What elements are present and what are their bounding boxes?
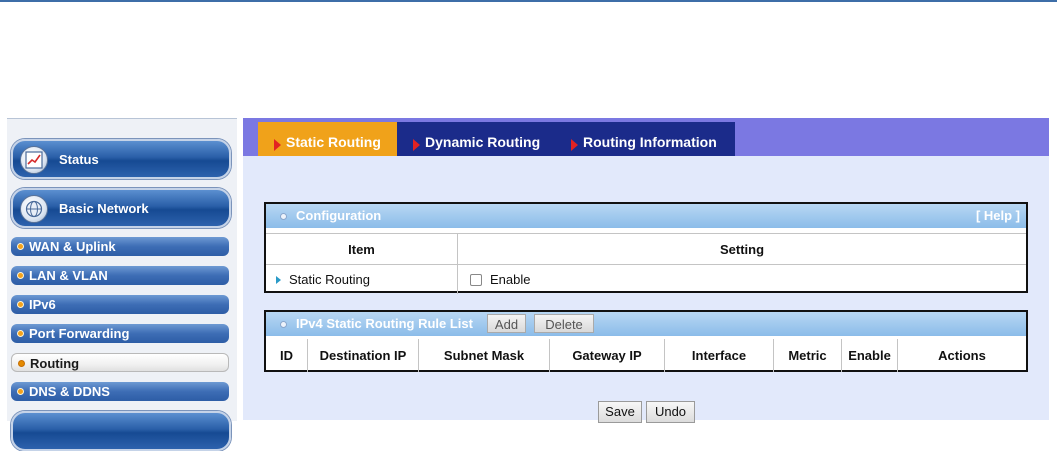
sidebar-item-port-forwarding[interactable]: Port Forwarding	[11, 324, 229, 343]
tab-routing-information[interactable]: Routing Information	[555, 122, 735, 156]
row-label-cell: Static Routing	[266, 265, 457, 294]
rule-list-header: IPv4 Static Routing Rule List Add Delete	[266, 312, 1026, 336]
arrow-right-icon	[274, 139, 281, 151]
column-id: ID	[280, 348, 293, 363]
sidebar: Status Basic Network WAN & Uplink LAN & …	[7, 118, 237, 451]
bullet-icon	[17, 243, 24, 250]
main-content: Static Routing Dynamic Routing Routing I…	[243, 118, 1049, 423]
sidebar-item-ipv6[interactable]: IPv6	[11, 295, 229, 314]
sidebar-item-dns-ddns[interactable]: DNS & DDNS	[11, 382, 229, 401]
sidebar-item-routing[interactable]: Routing	[11, 353, 229, 372]
arrow-right-icon	[571, 139, 578, 151]
configuration-header-row: Item Setting	[266, 233, 1026, 265]
bullet-icon	[17, 301, 24, 308]
tab-label: Static Routing	[286, 134, 381, 150]
add-button[interactable]: Add	[487, 314, 526, 333]
enable-label: Enable	[490, 272, 531, 287]
sidebar-item-label: Routing	[30, 356, 80, 371]
rule-list-header-row: ID Destination IP Subnet Mask Gateway IP…	[266, 339, 1026, 372]
bullet-icon	[17, 272, 24, 279]
static-routing-row: Static Routing Enable	[266, 264, 1026, 294]
sidebar-item-label: WAN & Uplink	[29, 239, 116, 254]
tab-static-routing[interactable]: Static Routing	[258, 122, 397, 156]
sidebar-item-lan-vlan[interactable]: LAN & VLAN	[11, 266, 229, 285]
configuration-header: Configuration [ Help ]	[266, 204, 1026, 228]
bullet-icon	[280, 321, 287, 328]
globe-icon	[20, 195, 48, 223]
tab-dynamic-routing[interactable]: Dynamic Routing	[397, 122, 555, 156]
enable-checkbox[interactable]	[470, 273, 482, 286]
tab-label: Dynamic Routing	[425, 134, 541, 150]
sidebar-item-wan-uplink[interactable]: WAN & Uplink	[11, 237, 229, 256]
configuration-title: Configuration	[296, 208, 382, 223]
sidebar-basic-network-button[interactable]: Basic Network	[11, 188, 231, 228]
column-metric: Metric	[773, 339, 841, 372]
configuration-panel: Configuration [ Help ] Item Setting Stat…	[264, 202, 1028, 294]
tab-bar: Static Routing Dynamic Routing Routing I…	[243, 118, 1049, 156]
column-gateway-ip: Gateway IP	[549, 339, 664, 372]
top-border	[0, 0, 1057, 2]
sidebar-next-section-button[interactable]	[11, 411, 231, 451]
sidebar-item-label: Port Forwarding	[29, 326, 130, 341]
bullet-icon	[280, 213, 287, 220]
row-label: Static Routing	[289, 272, 370, 287]
sidebar-status-button[interactable]: Status	[11, 139, 231, 179]
bullet-icon	[18, 360, 25, 367]
tab-label: Routing Information	[583, 134, 717, 150]
column-destination-ip: Destination IP	[307, 339, 418, 372]
column-enable: Enable	[841, 339, 897, 372]
sidebar-item-label: LAN & VLAN	[29, 268, 108, 283]
arrow-right-icon	[276, 275, 281, 284]
sidebar-item-label: IPv6	[29, 297, 56, 312]
sidebar-item-label: DNS & DDNS	[29, 384, 110, 399]
sidebar-basic-network-label: Basic Network	[59, 201, 149, 216]
help-link[interactable]: [ Help ]	[976, 204, 1020, 228]
chart-icon	[20, 146, 48, 174]
bullet-icon	[17, 388, 24, 395]
bullet-icon	[17, 330, 24, 337]
rule-list-panel: IPv4 Static Routing Rule List Add Delete…	[264, 310, 1028, 372]
column-interface: Interface	[664, 339, 773, 372]
column-setting: Setting	[457, 234, 1026, 265]
setting-cell: Enable	[457, 265, 1026, 294]
sidebar-status-label: Status	[59, 152, 99, 167]
delete-button[interactable]: Delete	[534, 314, 594, 333]
column-item: Item	[348, 242, 375, 257]
rule-list-title: IPv4 Static Routing Rule List	[296, 316, 473, 331]
arrow-right-icon	[413, 139, 420, 151]
column-actions: Actions	[897, 339, 1026, 372]
column-subnet-mask: Subnet Mask	[418, 339, 549, 372]
